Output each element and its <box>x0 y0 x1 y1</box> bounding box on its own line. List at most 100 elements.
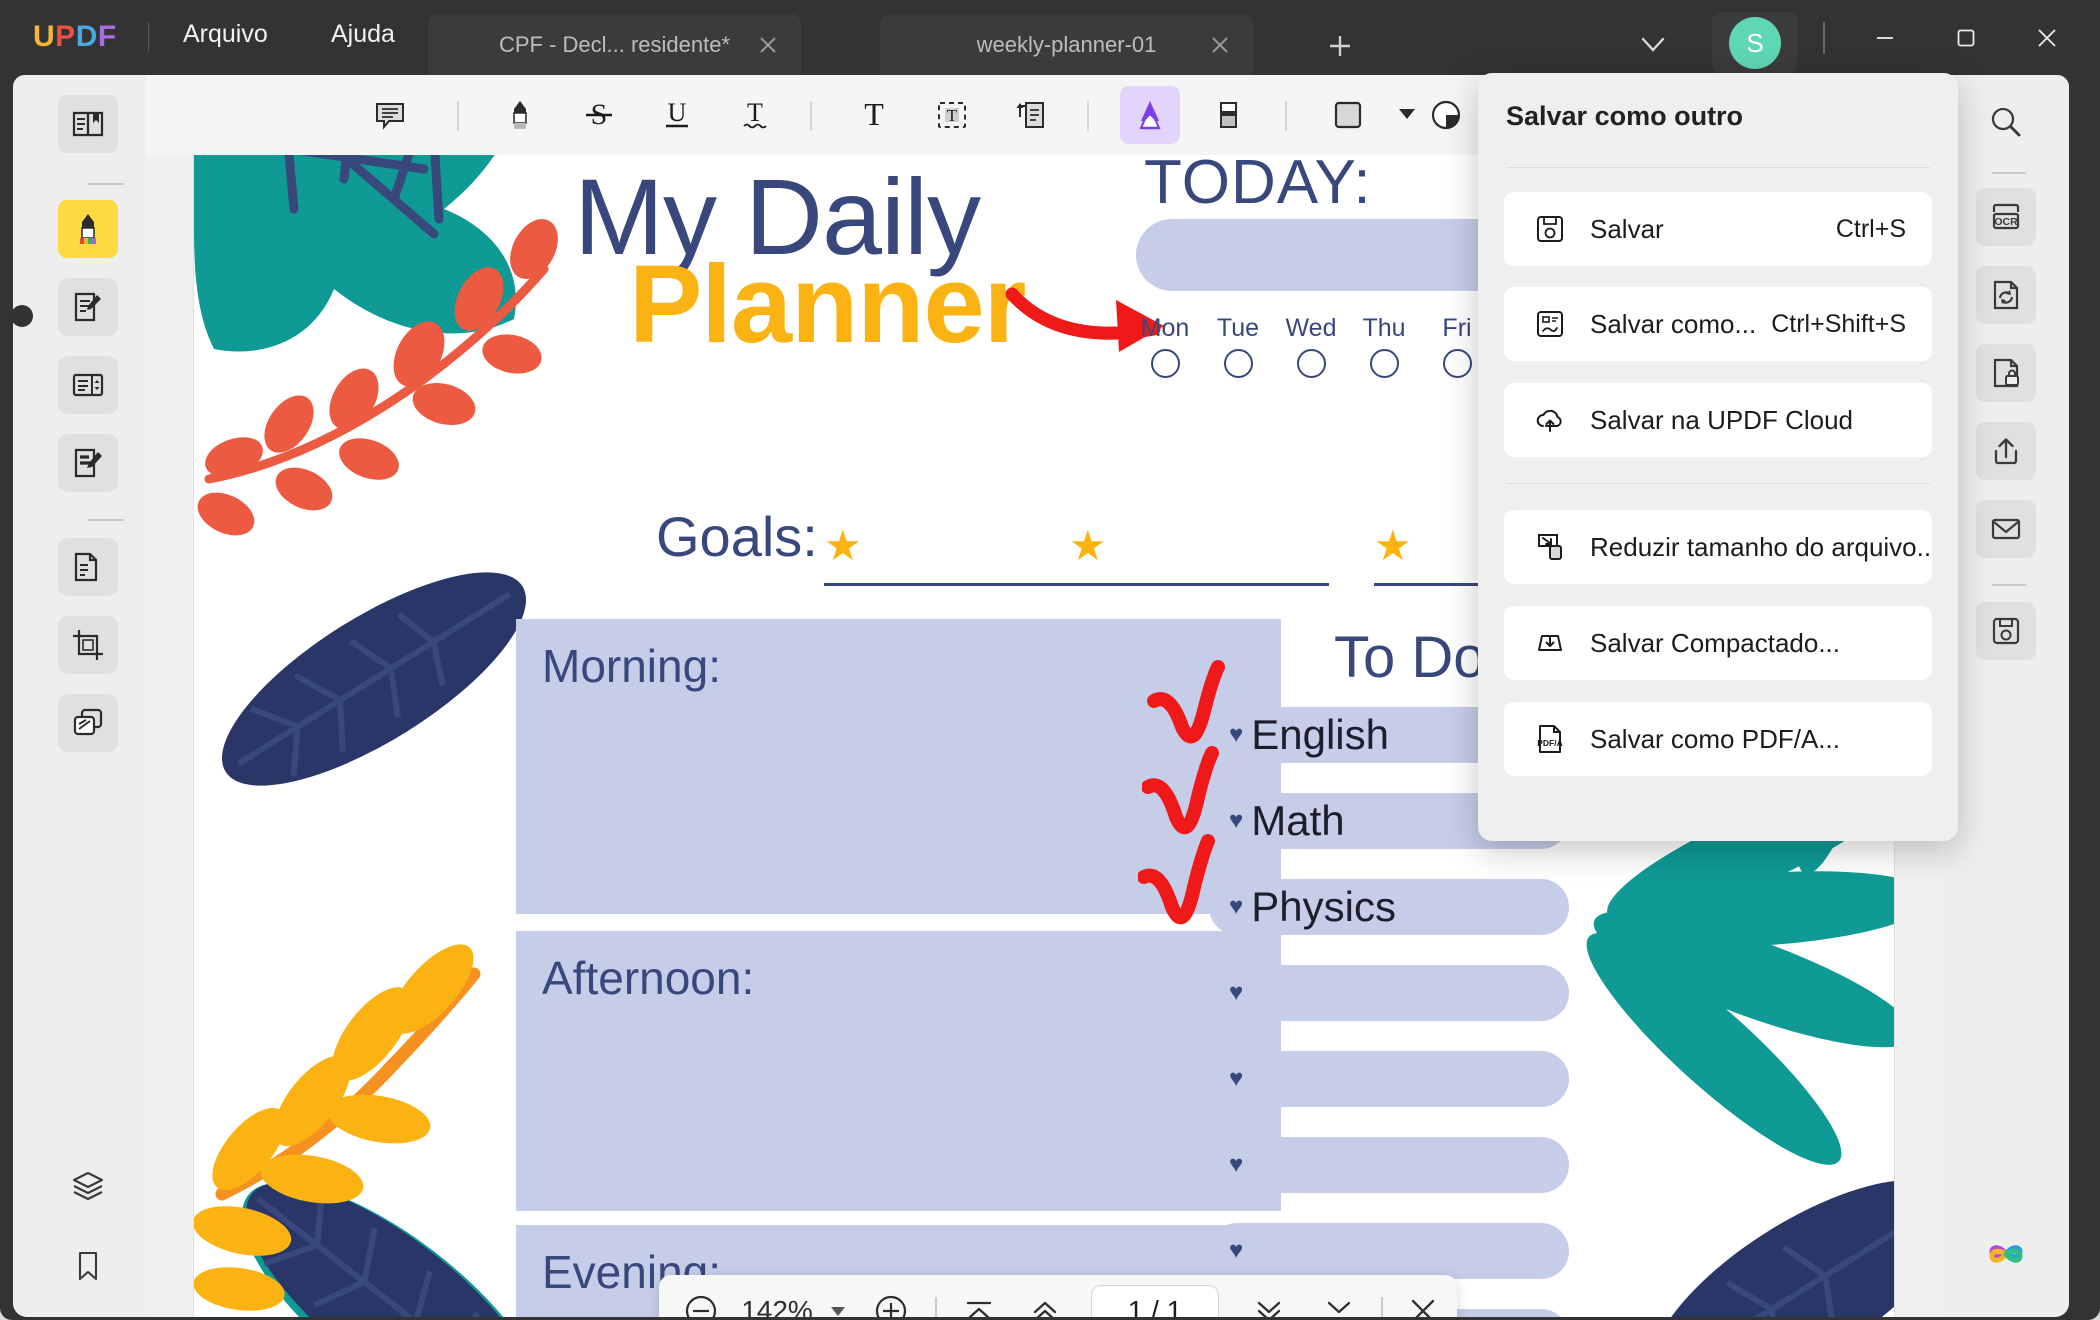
sidebar-item-form-fields[interactable] <box>58 356 118 414</box>
first-page-button[interactable] <box>951 1283 1007 1317</box>
sidebar-item-search[interactable] <box>1976 93 2036 151</box>
sidebar-item-layers[interactable] <box>58 1157 118 1215</box>
sidebar-item-compare-pages[interactable] <box>58 694 118 752</box>
zoom-level[interactable]: 142% <box>729 1295 825 1317</box>
sidebar-item-edit-pdf[interactable] <box>58 278 118 336</box>
todo-item-6[interactable]: ♥ <box>1209 1137 1569 1193</box>
compare-pages-icon <box>70 705 106 741</box>
sticky-note-icon <box>372 97 408 133</box>
underline-icon: U <box>659 97 695 133</box>
text-field-icon <box>1012 97 1048 133</box>
weekday-label: Tue <box>1216 314 1260 342</box>
eraser-icon <box>1210 97 1246 133</box>
sidebar-item-bookmark[interactable] <box>58 1237 118 1295</box>
sidebar-item-convert-pdf[interactable] <box>1976 266 2036 324</box>
fill-sign-icon <box>70 445 106 481</box>
tab-list-chevron-down-icon[interactable] <box>1635 30 1671 60</box>
menu-ajuda[interactable]: Ajuda <box>331 20 395 49</box>
menu-item-salvar[interactable]: Salvar Ctrl+S <box>1504 192 1932 266</box>
tool-eraser[interactable] <box>1198 86 1258 144</box>
tab-close-icon[interactable] <box>1205 30 1235 60</box>
zoom-in-button[interactable] <box>863 1283 919 1317</box>
weekday-radio[interactable] <box>1442 349 1472 378</box>
tool-text-callout[interactable]: T <box>922 86 982 144</box>
tool-text-field[interactable] <box>1000 86 1060 144</box>
window-maximize-button[interactable] <box>1939 18 1993 58</box>
menu-divider <box>1506 483 1930 484</box>
tab-close-icon[interactable] <box>753 30 783 60</box>
page-indicator[interactable]: 1 / 1 <box>1091 1285 1219 1317</box>
tab-weekly-planner[interactable]: weekly-planner-01 <box>880 14 1253 75</box>
weekday-radio[interactable] <box>1150 349 1180 378</box>
tool-text-box[interactable]: T <box>844 86 904 144</box>
sidebar-item-share[interactable] <box>1976 422 2036 480</box>
menu-arquivo[interactable]: Arquivo <box>183 20 268 49</box>
sidebar-collapse-handle[interactable] <box>13 305 33 327</box>
share-icon <box>1988 433 2024 469</box>
avatar: S <box>1729 17 1781 69</box>
weekday-radio[interactable] <box>1369 349 1399 378</box>
block-afternoon[interactable]: Afternoon: <box>516 931 1281 1211</box>
weekday-radio[interactable] <box>1223 349 1253 378</box>
close-pagebar-button[interactable] <box>1395 1283 1451 1317</box>
tool-sticky-note[interactable] <box>360 86 420 144</box>
tool-underline[interactable]: U <box>647 86 707 144</box>
squiggly-underline-icon: T <box>737 97 773 133</box>
sidebar-item-save[interactable] <box>1976 602 2036 660</box>
weekday-radio[interactable] <box>1296 349 1326 378</box>
color-dropdown-caret-icon[interactable] <box>1399 109 1415 119</box>
sidebar-item-email[interactable] <box>1976 500 2036 558</box>
weekday-wed[interactable]: Wed <box>1280 314 1342 378</box>
sidebar-item-crop[interactable] <box>58 616 118 674</box>
weekday-thu[interactable]: Thu <box>1353 314 1415 378</box>
updf-logo[interactable]: UPDF <box>33 20 117 54</box>
todo-item-5[interactable]: ♥ <box>1209 1051 1569 1107</box>
ink-checkmark-physics[interactable] <box>1138 831 1268 946</box>
left-sidebar <box>13 75 146 1317</box>
text-box-icon: T <box>856 97 892 133</box>
tool-color-swatch[interactable] <box>1318 86 1378 144</box>
tab-cpf-declaracao[interactable]: CPF - Decl... residente* <box>428 14 801 75</box>
menu-item-reduzir-tamanho[interactable]: Reduzir tamanho do arquivo.. <box>1504 510 1932 584</box>
todo-item-4[interactable]: ♥ <box>1209 965 1569 1021</box>
sidebar-item-ocr[interactable]: OCR <box>1976 188 2036 246</box>
titlebar-divider <box>1823 22 1825 54</box>
weekday-mon[interactable]: Mon <box>1134 314 1196 378</box>
menu-item-label: Salvar na UPDF Cloud <box>1590 404 1853 435</box>
reader-mode-icon <box>70 106 106 142</box>
weekday-tue[interactable]: Tue <box>1207 314 1269 378</box>
sidebar-item-fill-sign[interactable] <box>58 434 118 492</box>
title-bar: UPDF Arquivo Ajuda CPF - Decl... residen… <box>0 0 2100 75</box>
toolbar-divider <box>1285 101 1287 131</box>
tool-opacity[interactable] <box>1416 86 1476 144</box>
menu-item-salvar-updf-cloud[interactable]: Salvar na UPDF Cloud <box>1504 383 1932 457</box>
next-page-button[interactable] <box>1241 1283 1297 1317</box>
sidebar-item-comments[interactable] <box>1976 1303 2036 1317</box>
zoom-out-button[interactable] <box>673 1283 729 1317</box>
menu-item-salvar-como[interactable]: Salvar como... Ctrl+Shift+S <box>1504 287 1932 361</box>
menu-item-salvar-compactado[interactable]: Salvar Compactado... <box>1504 606 1932 680</box>
edit-pdf-icon <box>70 289 106 325</box>
sidebar-item-page-organize[interactable] <box>58 538 118 596</box>
compress-save-icon <box>1532 625 1568 661</box>
window-close-button[interactable] <box>2020 18 2074 58</box>
todo-item-7[interactable]: ♥ <box>1209 1223 1569 1279</box>
previous-page-button[interactable] <box>1017 1283 1073 1317</box>
new-tab-plus-icon[interactable] <box>1322 28 1358 64</box>
sidebar-item-reader-mode[interactable] <box>58 95 118 153</box>
save-as-other-menu: Salvar como outro Salvar Ctrl+S Salvar c… <box>1478 73 1958 841</box>
last-page-button[interactable] <box>1311 1283 1367 1317</box>
sidebar-item-highlighter[interactable] <box>58 200 118 258</box>
menu-item-label: Salvar como PDF/A... <box>1590 723 1840 754</box>
tool-strikethrough[interactable]: S <box>569 86 629 144</box>
tool-pencil[interactable] <box>1120 86 1180 144</box>
account-button[interactable]: S <box>1712 12 1798 74</box>
zoom-dropdown-caret-icon[interactable] <box>831 1306 845 1316</box>
tool-squiggly-underline[interactable]: T <box>725 86 785 144</box>
menu-item-salvar-como-pdfa[interactable]: PDF/A Salvar como PDF/A... <box>1504 702 1932 776</box>
window-minimize-button[interactable] <box>1858 18 1912 58</box>
sidebar-item-protect-pdf[interactable] <box>1976 344 2036 402</box>
sidebar-item-ai-assistant[interactable] <box>1976 1225 2036 1283</box>
star-icon: ★ <box>1069 522 1107 569</box>
tool-highlight-marker[interactable] <box>490 86 550 144</box>
